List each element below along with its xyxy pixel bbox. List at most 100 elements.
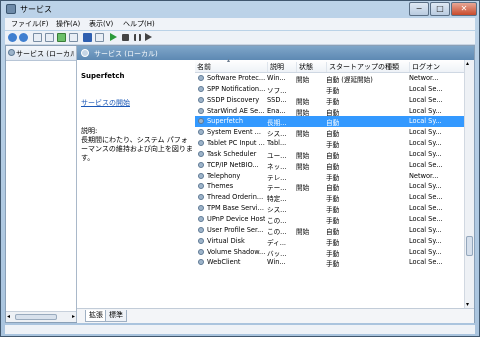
service-startup-cell: 自動 (326, 227, 340, 236)
service-status-cell: 開始 (296, 151, 310, 160)
service-logon-cell: Local Se... (409, 258, 443, 267)
service-row[interactable]: Telephony テレ... 手動 Networ... (195, 171, 465, 182)
menu-action[interactable]: 操作(A) (56, 19, 80, 29)
column-header-status[interactable]: 状態 (296, 62, 325, 72)
start-service-icon[interactable] (110, 33, 117, 41)
scroll-left-arrow-icon[interactable]: ◂ (7, 313, 10, 320)
service-logon-cell: Local Sy... (409, 149, 442, 158)
properties-icon[interactable] (45, 33, 54, 42)
service-row[interactable]: TPM Base Servi... シス... 手動 Local Se... (195, 203, 465, 214)
service-row[interactable]: System Event ... シス... 開始 自動 Local Sy... (195, 127, 465, 138)
service-row[interactable]: Software Protec... Win... 開始 自動 (遅延開始) Netwo… (195, 73, 465, 84)
scroll-thumb[interactable] (466, 236, 473, 256)
service-row[interactable]: Virtual Disk ディ... 手動 Local Sy... (195, 236, 465, 247)
scroll-down-arrow-icon[interactable]: ▾ (466, 301, 469, 308)
services-list: 名前 説明 状態 スタートアップの種類 ログオン ▴ Software Prot… (195, 57, 474, 308)
service-row[interactable]: SSDP Discovery SSD... 開始 手動 Local Se... (195, 95, 465, 106)
forward-arrow-icon[interactable] (19, 33, 28, 42)
restart-service-icon[interactable] (145, 33, 152, 41)
service-status-cell: 開始 (296, 184, 310, 193)
view-icon[interactable] (95, 33, 104, 42)
window-title: サービス (20, 5, 52, 14)
service-name-cell: Thread Orderin... (207, 193, 264, 202)
maximize-button[interactable]: □ (430, 2, 450, 16)
scroll-up-arrow-icon[interactable]: ▴ (466, 60, 469, 67)
service-name-cell: TCP/IP NetBIO... (207, 160, 259, 169)
service-row[interactable]: Tablet PC Input ... Tabl... 手動 Local Sy... (195, 138, 465, 149)
services-pane-title: サービス (ローカル) (94, 50, 158, 58)
service-name-cell: Virtual Disk (207, 236, 245, 245)
service-row[interactable]: Volume Shadow... バッ... 手動 Local Sy... (195, 247, 465, 258)
service-gear-icon (198, 107, 204, 114)
service-description-cell: ディ... (267, 238, 287, 247)
service-status-cell: 開始 (296, 76, 310, 84)
tree-horizontal-scrollbar[interactable]: ◂ ▸ (6, 311, 76, 322)
back-arrow-icon[interactable] (8, 33, 17, 42)
service-name-cell: System Event ... (207, 128, 261, 137)
help-icon[interactable] (83, 33, 92, 42)
service-gear-icon (198, 118, 204, 125)
pause-service-icon[interactable] (134, 34, 141, 41)
service-logon-cell: Networ... (409, 74, 439, 82)
services-app-icon (6, 4, 16, 14)
tree-item-label: サービス (ローカル) (16, 50, 74, 58)
console-tree-icon[interactable] (33, 33, 42, 42)
service-row[interactable]: Superfetch 長期... 自動 Local Sy... (195, 116, 465, 127)
service-startup-cell: 手動 (326, 195, 340, 204)
service-gear-icon (198, 75, 204, 81)
close-button[interactable]: ✕ (451, 2, 477, 16)
service-logon-cell: Local Se... (409, 84, 443, 93)
start-service-link[interactable]: サービスの開始 (81, 98, 130, 108)
service-detail-panel: Superfetch サービスの開始 説明: 長期間にわたり、システム パフォー… (79, 62, 195, 308)
service-gear-icon (198, 259, 204, 266)
service-name-cell: SPP Notification... (207, 84, 265, 93)
tree-item-services-local[interactable]: サービス (ローカル) (6, 46, 76, 61)
service-row[interactable]: SPP Notification... ソフ... 手動 Local Se... (195, 84, 465, 95)
service-startup-cell: 自動 (326, 162, 340, 171)
column-header-startup-type[interactable]: スタートアップの種類 (326, 62, 409, 72)
service-logon-cell: Local Sy... (409, 128, 442, 137)
refresh-icon[interactable] (57, 33, 66, 42)
service-name-cell: StarWind AE Se... (207, 106, 265, 115)
description-text: 長期間にわたり、システム パフォーマンスの維持および向上を図ります。 (81, 136, 193, 162)
service-row[interactable]: StarWind AE Se... Ena... 開始 自動 Local Sy... (195, 106, 465, 117)
tab-extended[interactable]: 拡張 (85, 310, 107, 322)
service-description-cell: テレ... (267, 173, 287, 182)
menu-help[interactable]: ヘルプ(H) (123, 19, 155, 29)
selected-service-name: Superfetch (81, 72, 125, 80)
service-row[interactable]: WebClient Win... 手動 Local Se... (195, 257, 465, 268)
service-row[interactable]: Thread Orderin... 特定... 手動 Local Se... (195, 192, 465, 203)
service-startup-cell: 自動 (326, 130, 340, 139)
column-header-logon[interactable]: ログオン (409, 62, 464, 72)
service-status-cell: 開始 (296, 108, 310, 117)
service-row[interactable]: User Profile Ser... この... 開始 自動 Local Sy... (195, 225, 465, 236)
service-logon-cell: Local Sy... (409, 247, 442, 256)
service-name-cell: TPM Base Servi... (207, 204, 264, 213)
service-description-cell: 長期... (267, 119, 287, 128)
services-window: サービス − □ ✕ ファイル(F) 操作(A) 表示(V) ヘルプ(H) サー… (0, 0, 480, 337)
column-header-description[interactable]: 説明 (267, 62, 296, 72)
stop-service-icon[interactable] (122, 34, 129, 41)
menu-view[interactable]: 表示(V) (89, 19, 113, 29)
service-startup-cell: 手動 (326, 249, 340, 258)
scroll-thumb[interactable] (15, 314, 57, 320)
scroll-right-arrow-icon[interactable]: ▸ (72, 313, 75, 320)
export-list-icon[interactable] (69, 33, 78, 42)
service-logon-cell: Local Sy... (409, 182, 442, 191)
service-row[interactable]: TCP/IP NetBIO... ネッ... 開始 自動 Local Se... (195, 160, 465, 171)
list-vertical-scrollbar[interactable]: ▴ ▾ (464, 60, 474, 308)
service-row[interactable]: UPnP Device Host この... 手動 Local Se... (195, 214, 465, 225)
service-startup-cell: 自動 (遅延開始) (326, 76, 373, 84)
menu-file[interactable]: ファイル(F) (11, 19, 49, 29)
service-description-cell: 特定... (267, 195, 287, 204)
title-bar[interactable]: サービス − □ ✕ (1, 1, 479, 18)
service-gear-icon (198, 172, 204, 179)
minimize-button[interactable]: − (409, 2, 429, 16)
service-logon-cell: Local Se... (409, 204, 443, 213)
tab-standard[interactable]: 標準 (105, 310, 127, 322)
service-row[interactable]: Task Scheduler ユー... 開始 自動 Local Sy... (195, 149, 465, 160)
service-gear-icon (198, 226, 204, 233)
service-name-cell: WebClient (207, 258, 241, 267)
toolbar (5, 31, 475, 45)
service-row[interactable]: Themes テー... 開始 自動 Local Sy... (195, 181, 465, 192)
